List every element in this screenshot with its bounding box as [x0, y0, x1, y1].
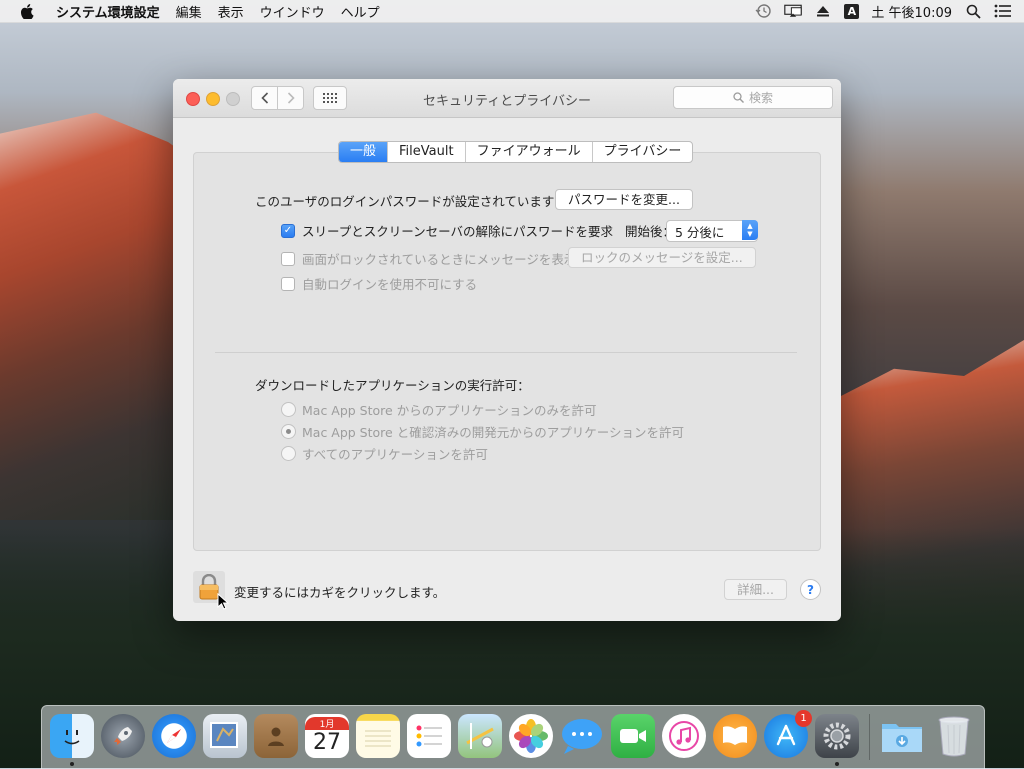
- launchpad-dock-icon[interactable]: [101, 714, 145, 758]
- apple-menu-icon[interactable]: [20, 3, 34, 19]
- password-set-label: このユーザのログインパスワードが設定されています: [255, 194, 555, 209]
- app-store-dock-icon[interactable]: 1: [764, 710, 812, 758]
- mouse-cursor-icon: [217, 593, 229, 610]
- advanced-details-button[interactable]: 詳細...: [724, 579, 787, 600]
- dock: 1月 27 1: [41, 705, 985, 769]
- allow-option-label: すべてのアプリケーションを許可: [302, 447, 488, 462]
- allow-app-store-radio[interactable]: [281, 402, 296, 417]
- photos-flower-icon: [514, 719, 548, 753]
- running-indicator: [835, 762, 839, 766]
- itunes-dock-icon[interactable]: [662, 714, 706, 758]
- photos-dock-icon[interactable]: [509, 714, 553, 758]
- disable-autologin-row: 自動ログインを使用不可にする: [281, 274, 477, 293]
- require-password-row: ✓ スリープとスクリーンセーバの解除にパスワードを要求 開始後：: [281, 221, 675, 240]
- running-indicator: [70, 762, 74, 766]
- allow-anywhere-radio[interactable]: [281, 446, 296, 461]
- time-machine-icon[interactable]: [754, 3, 772, 19]
- allow-option-label: Mac App Store からのアプリケーションのみを許可: [302, 403, 597, 418]
- search-field[interactable]: 検索: [673, 86, 833, 109]
- tab-bar: 一般 FileVault ファイアウォール プライバシー: [338, 141, 694, 163]
- downloads-folder-icon: [882, 724, 922, 752]
- lock-button[interactable]: [193, 571, 229, 610]
- finder-face-icon: [64, 730, 80, 745]
- input-source-icon[interactable]: A: [844, 3, 860, 19]
- speech-bubble-icon: [562, 719, 602, 754]
- calendar-dock-icon[interactable]: 1月 27: [305, 714, 349, 758]
- password-row: このユーザのログインパスワードが設定されています: [255, 191, 554, 210]
- app-store-badge: 1: [795, 710, 812, 727]
- downloads-stack-icon[interactable]: [880, 714, 924, 758]
- download-apps-label: ダウンロードしたアプリケーションの実行許可：: [255, 378, 530, 393]
- tab-privacy[interactable]: プライバシー: [593, 142, 693, 162]
- disable-autologin-checkbox[interactable]: [281, 276, 295, 291]
- app-store-a-icon: [776, 724, 796, 746]
- show-message-checkbox[interactable]: [281, 251, 295, 266]
- search-placeholder: 検索: [748, 91, 773, 105]
- trash-icon[interactable]: [932, 714, 976, 758]
- music-note-icon: [669, 721, 699, 751]
- trash-can-icon: [938, 716, 970, 757]
- allow-option-row: Mac App Store からのアプリケーションのみを許可: [281, 400, 596, 419]
- section-divider: [215, 352, 797, 353]
- menu-window[interactable]: ウインドウ: [252, 2, 333, 21]
- notification-center-icon[interactable]: [994, 3, 1012, 19]
- maps-dock-icon[interactable]: [458, 714, 502, 758]
- eject-icon[interactable]: [814, 3, 832, 19]
- select-arrows-icon: ▲ ▼: [742, 220, 758, 240]
- open-book-icon: [723, 726, 747, 745]
- disable-autologin-label: 自動ログインを使用不可にする: [302, 277, 478, 292]
- require-password-checkbox[interactable]: ✓: [281, 223, 295, 238]
- facetime-dock-icon[interactable]: [611, 714, 655, 758]
- title-bar[interactable]: セキュリティとプライバシー 検索: [173, 79, 841, 118]
- compass-icon: [167, 729, 181, 743]
- allow-option-row: すべてのアプリケーションを許可: [281, 444, 488, 463]
- menu-view[interactable]: 表示: [210, 2, 252, 21]
- video-camera-icon: [620, 729, 646, 743]
- delay-select-value: 5 分後に: [675, 224, 725, 240]
- show-message-row: 画面がロックされているときにメッセージを表示: [281, 249, 576, 268]
- menu-app-name[interactable]: システム環境設定: [48, 2, 168, 21]
- finder-dock-icon[interactable]: [50, 714, 94, 766]
- require-password-label: スリープとスクリーンセーバの解除にパスワードを要求: [302, 224, 614, 239]
- safari-dock-icon[interactable]: [152, 714, 196, 758]
- show-message-label: 画面がロックされているときにメッセージを表示: [302, 252, 577, 267]
- tab-general[interactable]: 一般: [339, 142, 389, 162]
- contact-person-icon: [268, 727, 284, 746]
- menu-clock[interactable]: 土 午後10:09: [871, 2, 952, 21]
- search-icon: [733, 92, 744, 103]
- ibooks-dock-icon[interactable]: [713, 714, 757, 758]
- require-password-delay-select[interactable]: 5 分後に ▲ ▼: [666, 220, 758, 242]
- contacts-dock-icon[interactable]: [254, 714, 298, 758]
- download-apps-row: ダウンロードしたアプリケーションの実行許可：: [255, 375, 530, 394]
- mail-dock-icon[interactable]: [203, 714, 247, 758]
- allow-identified-developers-radio[interactable]: [281, 424, 296, 439]
- change-password-button[interactable]: パスワードを変更...: [555, 189, 693, 210]
- notes-dock-icon[interactable]: [356, 714, 400, 758]
- eagle-stamp-icon: [210, 722, 238, 748]
- help-button[interactable]: ?: [800, 579, 821, 600]
- notes-lines-icon: [365, 730, 391, 747]
- map-icon: [466, 723, 494, 749]
- system-preferences-dock-icon[interactable]: [815, 714, 859, 766]
- tab-firewall[interactable]: ファイアウォール: [466, 142, 593, 162]
- airplay-display-icon[interactable]: [784, 3, 803, 19]
- allow-option-label: Mac App Store と確認済みの開発元からのアプリケーションを許可: [302, 425, 684, 440]
- menu-help[interactable]: ヘルプ: [333, 2, 388, 21]
- reminders-dock-icon[interactable]: [407, 714, 451, 758]
- menu-edit[interactable]: 編集: [168, 2, 210, 21]
- security-privacy-window: セキュリティとプライバシー 検索 一般 FileVault ファイアウォール プ…: [173, 79, 841, 621]
- checklist-icon: [416, 725, 442, 747]
- calendar-month: 1月: [305, 717, 349, 730]
- dock-separator: [869, 714, 870, 760]
- allow-option-row: Mac App Store と確認済みの開発元からのアプリケーションを許可: [281, 422, 684, 441]
- messages-dock-icon[interactable]: [560, 714, 604, 758]
- set-lock-message-button[interactable]: ロックのメッセージを設定...: [568, 247, 756, 268]
- rocket-icon: [114, 727, 132, 745]
- menu-bar: システム環境設定 編集 表示 ウインドウ ヘルプ A 土 午後10:09: [0, 0, 1024, 23]
- lock-message: 変更するにはカギをクリックします。: [234, 585, 446, 600]
- spotlight-icon[interactable]: [964, 3, 982, 19]
- tab-filevault[interactable]: FileVault: [388, 142, 466, 162]
- gear-icon: [823, 722, 851, 750]
- calendar-day: 27: [313, 730, 341, 755]
